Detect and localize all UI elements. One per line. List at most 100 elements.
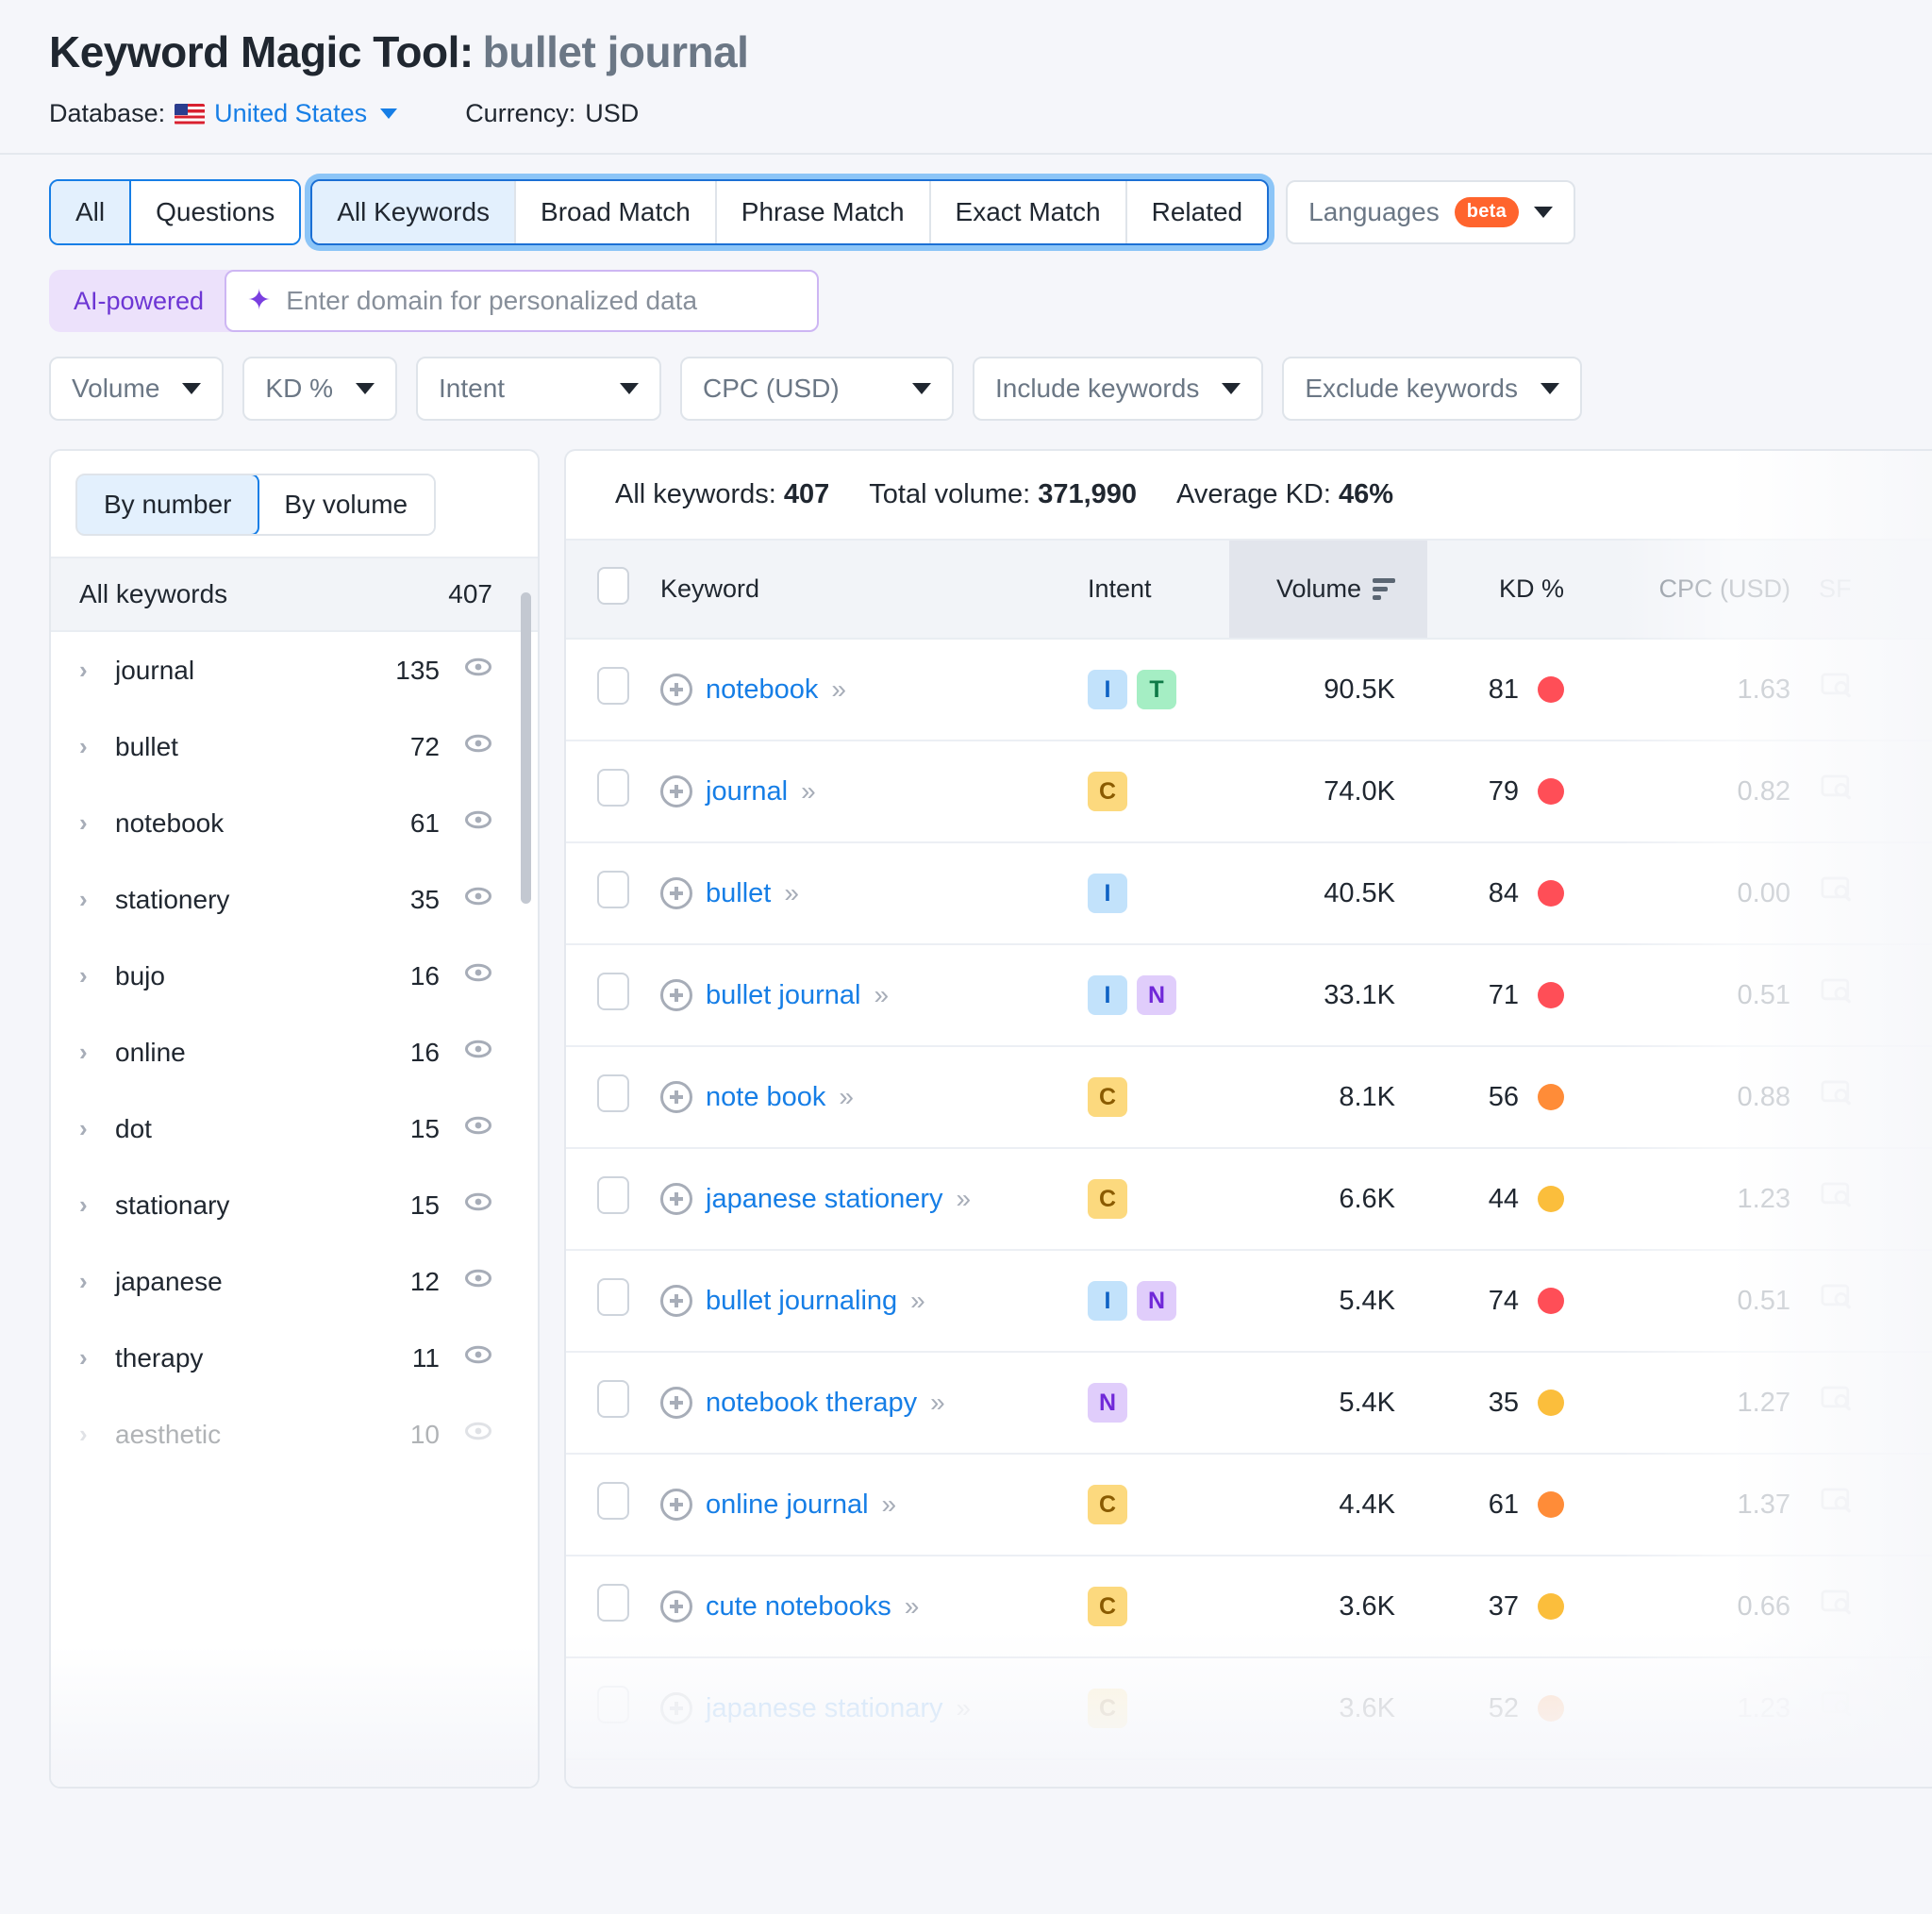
column-header-cpc[interactable]: CPC (USD) <box>1592 539 1819 641</box>
serp-preview-icon[interactable] <box>1819 774 1853 810</box>
serp-preview-icon[interactable] <box>1819 1386 1853 1422</box>
tab-all[interactable]: All <box>51 181 132 244</box>
double-chevron-right-icon[interactable]: » <box>839 1082 853 1112</box>
keyword-link[interactable]: notebook therapy <box>706 1388 917 1419</box>
serp-preview-icon[interactable] <box>1819 1284 1853 1320</box>
filter-volume[interactable]: Volume <box>49 357 225 422</box>
database-selector[interactable]: Database: United States <box>49 99 398 128</box>
serp-preview-icon[interactable] <box>1819 1691 1853 1727</box>
filter-exclude-keywords[interactable]: Exclude keywords <box>1282 357 1582 422</box>
keyword-link[interactable]: cute notebooks <box>706 1591 891 1623</box>
chevron-right-icon[interactable]: › <box>79 1420 115 1449</box>
double-chevron-right-icon[interactable]: » <box>882 1490 896 1520</box>
double-chevron-right-icon[interactable]: » <box>957 1693 971 1723</box>
column-header-keyword[interactable]: Keyword <box>660 539 1088 641</box>
sidebar-group-journal[interactable]: › journal 135 <box>51 632 538 708</box>
tab-questions[interactable]: Questions <box>131 181 300 244</box>
tab-phrase-match[interactable]: Phrase Match <box>716 181 931 244</box>
double-chevron-right-icon[interactable]: » <box>905 1591 919 1622</box>
eye-icon[interactable] <box>464 882 492 917</box>
chevron-right-icon[interactable]: › <box>79 732 115 761</box>
chevron-right-icon[interactable]: › <box>79 656 115 685</box>
chevron-right-icon[interactable]: › <box>79 1190 115 1220</box>
eye-icon[interactable] <box>464 958 492 993</box>
sidebar-group-online[interactable]: › online 16 <box>51 1014 538 1090</box>
keyword-link[interactable]: bullet journaling <box>706 1286 897 1317</box>
serp-preview-icon[interactable] <box>1819 876 1853 912</box>
double-chevron-right-icon[interactable]: » <box>801 776 815 807</box>
row-checkbox[interactable] <box>597 1686 629 1724</box>
table-row[interactable]: notebook therapy » N 5.4K 35 1.27 <box>566 1352 1932 1456</box>
eye-icon[interactable] <box>464 653 492 688</box>
eye-icon[interactable] <box>464 806 492 840</box>
serp-preview-icon[interactable] <box>1819 673 1853 708</box>
sidebar-scrollbar[interactable] <box>521 592 531 905</box>
table-row[interactable]: japanese stationary » C 3.6K 52 1.23 <box>566 1657 1932 1761</box>
table-row[interactable]: bullet journal» I N 33.1K 71 0.51 <box>566 944 1932 1048</box>
chevron-right-icon[interactable]: › <box>79 1038 115 1067</box>
row-checkbox[interactable] <box>597 1584 629 1623</box>
tab-all-keywords[interactable]: All Keywords <box>312 181 517 244</box>
column-header-serp[interactable]: SF <box>1819 539 1932 641</box>
sidebar-group-bullet[interactable]: › bullet 72 <box>51 708 538 785</box>
column-header-intent[interactable]: Intent <box>1088 539 1229 641</box>
segment-by-volume[interactable]: By volume <box>258 475 435 535</box>
table-row[interactable]: bullet » I 40.5K 84 0.00 <box>566 842 1932 946</box>
table-row[interactable]: cute notebooks » C 3.6K 37 0.66 <box>566 1556 1932 1659</box>
serp-preview-icon[interactable] <box>1819 978 1853 1014</box>
eye-icon[interactable] <box>464 1111 492 1146</box>
double-chevron-right-icon[interactable]: » <box>930 1388 944 1418</box>
sidebar-group-therapy[interactable]: › therapy 11 <box>51 1320 538 1396</box>
select-all-checkbox[interactable] <box>597 567 629 606</box>
table-row[interactable]: notebook» I T 90.5K 81 1.63 <box>566 639 1932 742</box>
sidebar-group-aesthetic[interactable]: › aesthetic 10 <box>51 1396 538 1473</box>
eye-icon[interactable] <box>464 1417 492 1452</box>
tab-exact-match[interactable]: Exact Match <box>930 181 1127 244</box>
chevron-right-icon[interactable]: › <box>79 1267 115 1296</box>
segment-by-number[interactable]: By number <box>77 475 260 535</box>
keyword-link[interactable]: japanese stationery <box>706 1184 943 1215</box>
sidebar-group-dot[interactable]: › dot 15 <box>51 1090 538 1167</box>
serp-preview-icon[interactable] <box>1819 1182 1853 1218</box>
column-header-volume[interactable]: Volume <box>1229 539 1427 641</box>
serp-preview-icon[interactable] <box>1819 1589 1853 1625</box>
row-checkbox[interactable] <box>597 667 629 706</box>
languages-dropdown[interactable]: Languages beta <box>1286 180 1576 245</box>
serp-preview-icon[interactable] <box>1819 1080 1853 1116</box>
row-checkbox[interactable] <box>597 769 629 807</box>
keyword-link[interactable]: japanese stationary <box>706 1693 943 1724</box>
add-keyword-icon[interactable] <box>660 1387 692 1420</box>
add-keyword-icon[interactable] <box>660 1489 692 1522</box>
add-keyword-icon[interactable] <box>660 1285 692 1318</box>
column-header-kd[interactable]: KD % <box>1427 539 1592 641</box>
eye-icon[interactable] <box>464 1264 492 1299</box>
tab-related[interactable]: Related <box>1126 181 1268 244</box>
add-keyword-icon[interactable] <box>660 1081 692 1114</box>
tab-broad-match[interactable]: Broad Match <box>516 181 717 244</box>
table-row[interactable]: note book » C 8.1K 56 0.88 <box>566 1046 1932 1150</box>
table-row[interactable]: bullet journaling» I N 5.4K 74 0.51 <box>566 1250 1932 1354</box>
add-keyword-icon[interactable] <box>660 877 692 910</box>
sidebar-group-notebook[interactable]: › notebook 61 <box>51 785 538 861</box>
filter-include-keywords[interactable]: Include keywords <box>972 357 1264 422</box>
double-chevron-right-icon[interactable]: » <box>784 878 798 908</box>
eye-icon[interactable] <box>464 1035 492 1070</box>
sidebar-group-japanese[interactable]: › japanese 12 <box>51 1243 538 1320</box>
add-keyword-icon[interactable] <box>660 1590 692 1623</box>
double-chevron-right-icon[interactable]: » <box>910 1286 924 1316</box>
chevron-right-icon[interactable]: › <box>79 961 115 990</box>
filter-kd[interactable]: KD % <box>242 357 397 422</box>
keyword-link[interactable]: bullet journal <box>706 980 860 1011</box>
row-checkbox[interactable] <box>597 1482 629 1521</box>
chevron-right-icon[interactable]: › <box>79 1343 115 1373</box>
chevron-right-icon[interactable]: › <box>79 885 115 914</box>
row-checkbox[interactable] <box>597 1380 629 1419</box>
sidebar-group-stationery[interactable]: › stationery 35 <box>51 861 538 938</box>
add-keyword-icon[interactable] <box>660 674 692 707</box>
filter-cpc[interactable]: CPC (USD) <box>679 357 954 422</box>
filter-intent[interactable]: Intent <box>415 357 661 422</box>
keyword-link[interactable]: journal <box>706 776 788 807</box>
table-row[interactable]: journal » C 74.0K 79 0.82 <box>566 741 1932 844</box>
table-row[interactable]: japanese stationery » C 6.6K 44 1.23 <box>566 1148 1932 1252</box>
keyword-link[interactable]: online journal <box>706 1490 869 1521</box>
